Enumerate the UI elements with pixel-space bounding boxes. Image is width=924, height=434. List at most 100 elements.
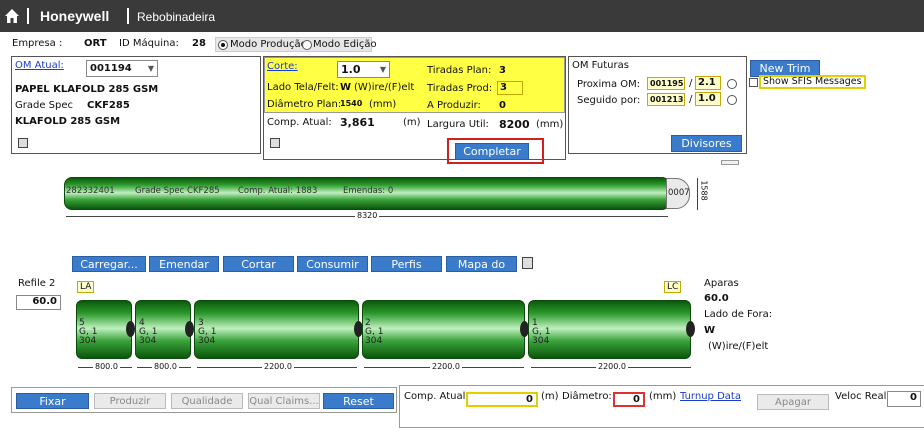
brand-logo: Honeywell <box>40 8 110 24</box>
calculator-icon[interactable] <box>522 257 533 269</box>
maquina-label: ID Máquina: <box>119 38 179 49</box>
perfis-button[interactable]: Perfis <box>371 256 442 272</box>
qual-claims-button[interactable]: Qual Claims... <box>248 393 320 409</box>
aparas-label: Aparas <box>704 278 739 289</box>
a-produzir-label: A Produzir: <box>427 100 481 111</box>
seguido-radio[interactable] <box>727 95 737 105</box>
bottom-diametro-label: Diâmetro: <box>562 391 612 402</box>
roll-4-width: 800.0 <box>152 362 179 371</box>
bottom-diametro-unit: (mm) <box>649 391 677 402</box>
jumbo-id: 282332401 <box>66 186 115 196</box>
show-sfis-checkbox[interactable] <box>749 78 758 87</box>
calculator-icon[interactable] <box>270 138 280 148</box>
produzir-button[interactable]: Produzir <box>94 393 166 409</box>
bottom-diametro-input[interactable]: 0 <box>613 392 645 407</box>
separator <box>27 8 29 24</box>
product-name: PAPEL KLAFOLD 285 GSM <box>15 84 159 95</box>
jumbo-comp: Comp. Atual: 1883 <box>238 186 318 196</box>
app-title: Rebobinadeira <box>137 10 216 24</box>
dim-line-vertical <box>697 178 698 210</box>
apagar-button[interactable]: Apagar <box>757 394 829 410</box>
refile-input[interactable]: 60.0 <box>16 295 61 310</box>
chevron-down-icon: ▼ <box>379 65 386 74</box>
diametro-plan-unit: (mm) <box>369 99 397 110</box>
roll-core <box>185 321 194 337</box>
comp-atual-unit: (m) <box>403 117 421 128</box>
qualidade-button[interactable]: Qualidade <box>171 393 243 409</box>
product-name-2: KLAFOLD 285 GSM <box>15 116 121 127</box>
refile-label: Refile 2 <box>18 278 56 289</box>
lado-fora-value: W <box>704 325 716 336</box>
roll-1-width: 2200.0 <box>596 362 628 371</box>
proxima-om-label: Proxima OM: <box>577 79 641 90</box>
calculator-icon[interactable] <box>18 138 28 148</box>
home-icon[interactable] <box>4 8 20 24</box>
slash: / <box>689 94 693 105</box>
consumir-button[interactable]: Consumir <box>297 256 368 272</box>
largura-util-value: 8200 <box>499 118 530 131</box>
om-atual-link[interactable]: OM Atual: <box>15 60 64 71</box>
jumbo-end-label: 0007 <box>668 188 690 198</box>
maquina-value: 28 <box>192 38 206 49</box>
roll-1-l3: 304 <box>532 336 550 346</box>
roll-5-l3: 304 <box>79 336 97 346</box>
cortar-manta-button[interactable]: Cortar Manta <box>223 256 294 287</box>
modo-producao-radio[interactable] <box>218 40 228 50</box>
proxima-radio[interactable] <box>727 79 737 89</box>
corte-select[interactable]: 1.0 ▼ <box>337 61 390 78</box>
modo-edicao-label[interactable]: Modo Edição <box>313 39 377 50</box>
tiradas-plan-label: Tiradas Plan: <box>427 65 492 76</box>
grade-spec-value: CKF285 <box>87 100 130 111</box>
reset-button[interactable]: Reset <box>323 393 394 409</box>
corte-value: 1.0 <box>341 63 361 76</box>
tiradas-plan-value: 3 <box>499 65 506 76</box>
diametro-plan-label: Diâmetro Plan: <box>267 99 342 110</box>
roll-3[interactable] <box>194 300 359 359</box>
turnup-data-link[interactable]: Turnup Data <box>680 391 741 402</box>
empresa-value: ORT <box>84 38 107 49</box>
roll-2-l3: 304 <box>365 336 383 346</box>
small-toggle[interactable] <box>721 160 739 165</box>
lado-hint: (W)ire/(F)elt <box>354 82 415 93</box>
fixar-posicao-button[interactable]: Fixar Posição <box>16 393 89 424</box>
roll-3-l3: 304 <box>198 336 216 346</box>
modo-edicao-radio[interactable] <box>302 40 312 50</box>
emendar-button[interactable]: Emendar <box>149 256 219 272</box>
om-atual-select[interactable]: 001194 ▼ <box>86 60 158 77</box>
om-futuras-title: OM Futuras <box>572 60 629 71</box>
jumbo-emendas: Emendas: 0 <box>343 186 394 196</box>
bottom-comp-unit: (m) <box>541 391 559 402</box>
top-bar: Honeywell Rebobinadeira <box>0 0 924 32</box>
largura-util-label: Largura Util: <box>427 119 489 130</box>
roll-3-width: 2200.0 <box>262 362 294 371</box>
seguido-ratio-input[interactable]: 1.0 <box>695 92 721 106</box>
veloc-real-label: Veloc Real: <box>835 391 890 402</box>
seguido-por-input[interactable]: 001213 <box>647 93 685 106</box>
diametro-plan-value: 1540 <box>340 99 363 108</box>
roll-1[interactable] <box>528 300 691 359</box>
bottom-comp-input[interactable]: 0 <box>466 392 538 407</box>
mapa-do-rolo-button[interactable]: Mapa do Rolo <box>446 256 517 287</box>
completar-button[interactable]: Completar <box>455 143 529 160</box>
jumbo-diameter: 1588 <box>699 180 709 201</box>
modo-producao-label[interactable]: Modo Produção <box>230 39 307 50</box>
seguido-por-label: Seguido por: <box>577 95 641 106</box>
chevron-down-icon: ▼ <box>147 64 154 73</box>
carregar-button[interactable]: Carregar... <box>72 256 146 272</box>
veloc-real-input[interactable]: 0 <box>887 391 921 407</box>
om-atual-value: 001194 <box>90 63 132 74</box>
aparas-value: 60.0 <box>704 293 729 304</box>
roll-core <box>126 321 135 337</box>
lado-value: W <box>340 82 352 93</box>
tiradas-prod-label: Tiradas Prod: <box>427 83 493 94</box>
proxima-om-input[interactable]: 001195 <box>647 77 685 90</box>
corte-link[interactable]: Corte: <box>267 61 298 72</box>
divisores-button[interactable]: Divisores <box>671 135 742 152</box>
tiradas-prod-input[interactable]: 3 <box>497 81 523 95</box>
proxima-ratio-input[interactable]: 2.1 <box>695 76 721 90</box>
roll-core <box>686 321 695 337</box>
show-sfis-label[interactable]: Show SFIS Messages <box>759 75 866 89</box>
roll-2[interactable] <box>362 300 525 359</box>
roll-4-l3: 304 <box>139 336 157 346</box>
separator <box>127 8 129 24</box>
